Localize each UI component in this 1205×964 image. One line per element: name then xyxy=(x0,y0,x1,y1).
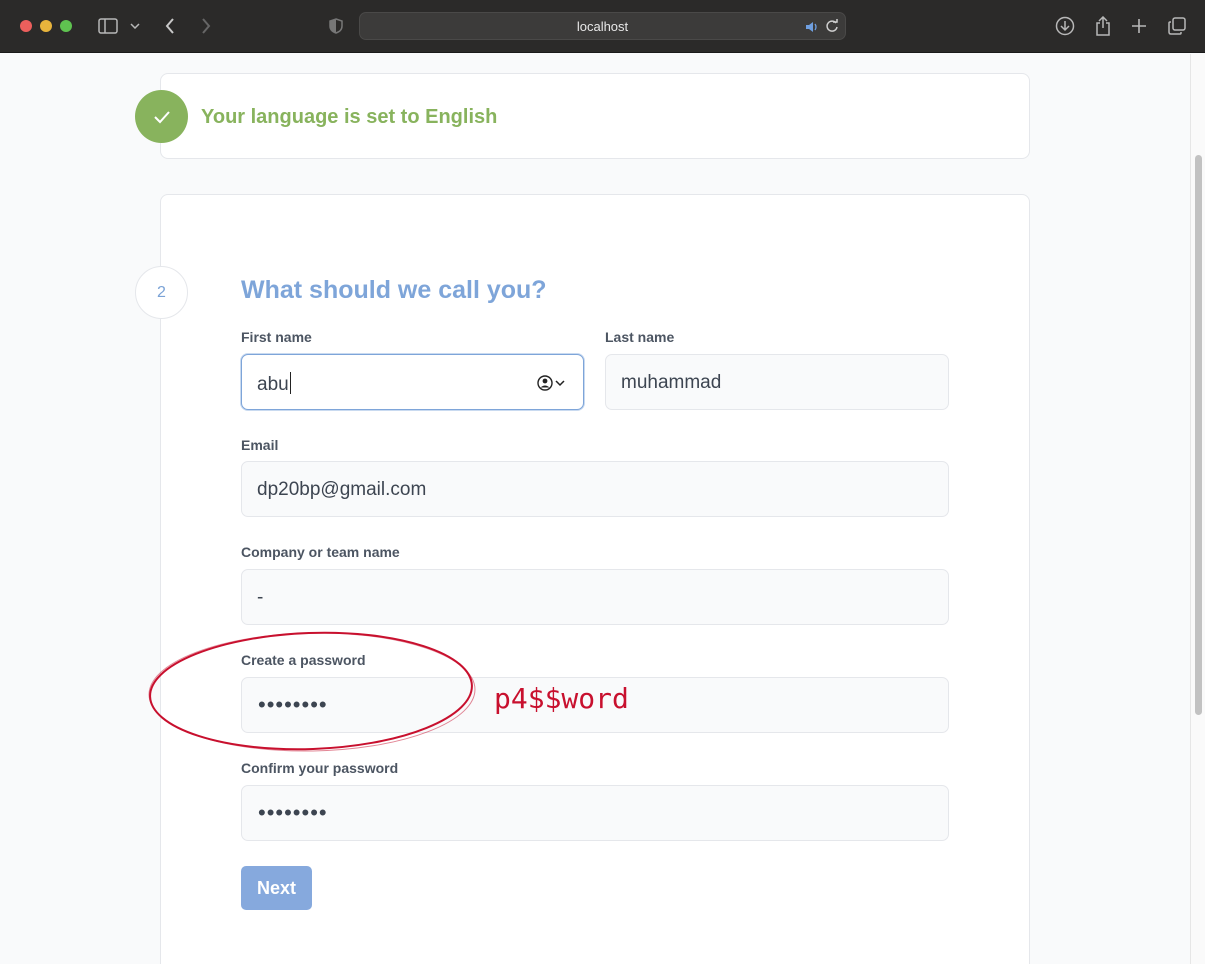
company-value: - xyxy=(257,587,264,608)
url-text: localhost xyxy=(576,19,629,34)
privacy-shield-icon[interactable] xyxy=(326,14,346,38)
minimize-window-button[interactable] xyxy=(40,20,52,32)
language-status-text: Your language is set to English xyxy=(201,106,498,128)
zoom-window-button[interactable] xyxy=(60,20,72,32)
company-input[interactable]: - xyxy=(241,569,949,625)
back-arrow-icon[interactable] xyxy=(160,14,180,38)
email-label: Email xyxy=(241,437,279,453)
browser-toolbar: localhost xyxy=(0,0,1205,53)
first-name-input[interactable]: abu xyxy=(241,354,584,410)
forward-arrow-icon[interactable] xyxy=(196,14,216,38)
new-tab-icon[interactable] xyxy=(1128,14,1150,38)
share-icon[interactable] xyxy=(1092,14,1114,38)
first-name-value: abu xyxy=(257,374,289,395)
form-title: What should we call you? xyxy=(241,276,547,304)
password-label: Create a password xyxy=(241,652,366,668)
annotation-password-note: p4$$word xyxy=(494,682,629,715)
company-label: Company or team name xyxy=(241,544,400,560)
email-input[interactable]: dp20bp@gmail.com xyxy=(241,461,949,517)
text-caret xyxy=(289,372,291,394)
scrollbar-thumb[interactable] xyxy=(1195,155,1202,715)
page-content: Your language is set to English 2 What s… xyxy=(0,54,1190,964)
confirm-password-input[interactable]: •••••••• xyxy=(241,785,949,841)
download-icon[interactable] xyxy=(1054,14,1076,38)
reload-icon[interactable] xyxy=(825,19,839,33)
contact-autofill-icon[interactable] xyxy=(537,374,567,392)
step-number-badge: 2 xyxy=(135,266,188,319)
last-name-input[interactable]: muhammad xyxy=(605,354,949,410)
address-bar[interactable]: localhost xyxy=(359,12,846,40)
page-scrollbar[interactable] xyxy=(1190,54,1205,964)
next-button[interactable]: Next xyxy=(241,866,312,910)
first-name-label: First name xyxy=(241,329,312,345)
last-name-value: muhammad xyxy=(621,372,722,393)
chevron-down-icon[interactable] xyxy=(128,14,142,38)
sidebar-toggle-icon[interactable] xyxy=(96,14,120,38)
tab-overview-icon[interactable] xyxy=(1166,14,1188,38)
check-icon xyxy=(135,90,188,143)
email-value: dp20bp@gmail.com xyxy=(257,479,427,500)
last-name-label: Last name xyxy=(605,329,675,345)
close-window-button[interactable] xyxy=(20,20,32,32)
confirm-password-label: Confirm your password xyxy=(241,760,399,776)
password-masked-value: •••••••• xyxy=(258,692,328,717)
speaker-icon[interactable] xyxy=(805,20,819,32)
confirm-password-masked-value: •••••••• xyxy=(258,800,328,825)
